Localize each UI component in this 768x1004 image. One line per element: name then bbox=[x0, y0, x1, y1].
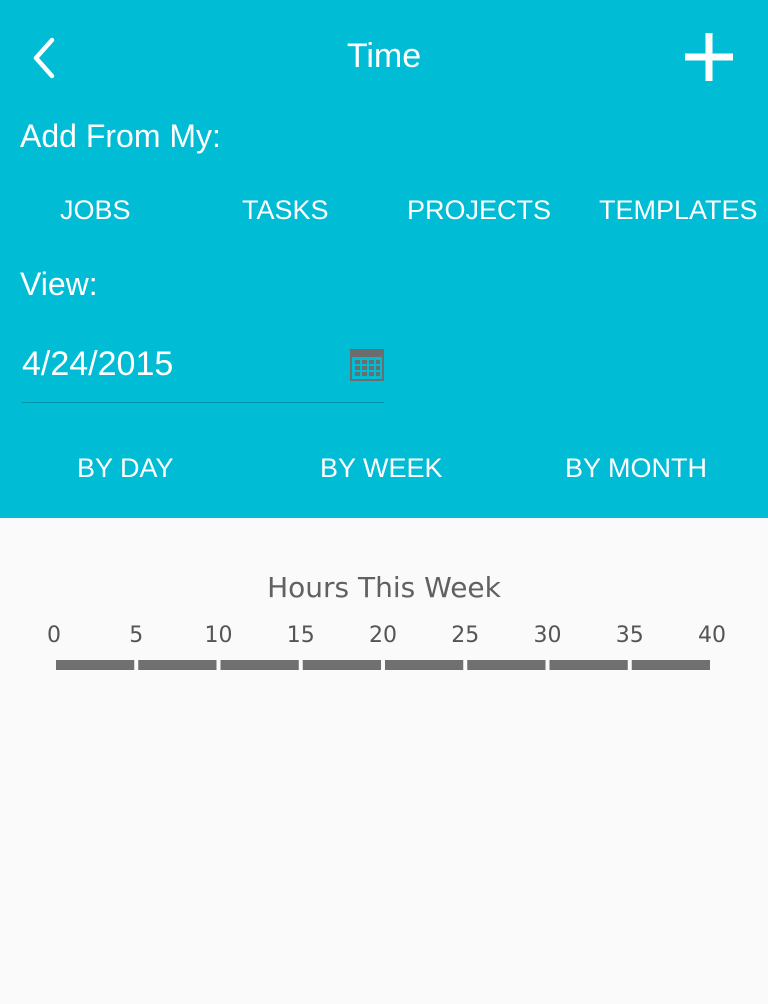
tab-by-month[interactable]: BY MONTH bbox=[565, 448, 707, 488]
tab-projects[interactable]: PROJECTS bbox=[407, 190, 551, 230]
tick-label: 5 bbox=[129, 623, 143, 648]
hours-segment bbox=[302, 660, 381, 670]
tick-label: 25 bbox=[451, 623, 479, 648]
plus-icon bbox=[685, 33, 733, 81]
time-screen: Time Add From My: JOBS TASKS PROJECTS TE… bbox=[0, 0, 768, 1004]
hours-segment bbox=[220, 660, 299, 670]
tick-label: 35 bbox=[616, 623, 644, 648]
tick-label: 0 bbox=[47, 623, 61, 648]
date-value: 4/24/2015 bbox=[22, 345, 174, 383]
tick-label: 10 bbox=[205, 623, 233, 648]
date-picker-field[interactable]: 4/24/2015 bbox=[22, 336, 384, 403]
hours-segment bbox=[56, 660, 135, 670]
page-title: Time bbox=[346, 37, 422, 75]
tab-templates[interactable]: TEMPLATES bbox=[599, 190, 758, 230]
tick-label: 15 bbox=[287, 623, 315, 648]
header-panel: Time Add From My: JOBS TASKS PROJECTS TE… bbox=[0, 0, 768, 518]
tab-tasks[interactable]: TASKS bbox=[242, 190, 329, 230]
tab-by-day[interactable]: BY DAY bbox=[77, 448, 174, 488]
hours-segment bbox=[138, 660, 217, 670]
hours-segment bbox=[631, 660, 710, 670]
add-button[interactable] bbox=[682, 30, 736, 84]
add-from-label: Add From My: bbox=[20, 118, 221, 154]
tick-label: 30 bbox=[534, 623, 562, 648]
view-range-tabs: BY DAY BY WEEK BY MONTH bbox=[0, 448, 768, 488]
hours-segment bbox=[549, 660, 628, 670]
tick-label: 40 bbox=[698, 623, 726, 648]
calendar-button[interactable] bbox=[350, 349, 384, 381]
hours-segment bbox=[385, 660, 464, 670]
hours-chart: 0 5 10 15 20 25 30 35 40 bbox=[47, 623, 726, 670]
calendar-icon bbox=[350, 349, 384, 381]
tab-by-week[interactable]: BY WEEK bbox=[320, 448, 443, 488]
chart-title: Hours This Week bbox=[267, 571, 501, 604]
tick-label: 20 bbox=[369, 623, 397, 648]
add-from-tabs: JOBS TASKS PROJECTS TEMPLATES bbox=[0, 190, 768, 230]
tab-jobs[interactable]: JOBS bbox=[60, 190, 131, 230]
hours-segment bbox=[467, 660, 546, 670]
view-label: View: bbox=[20, 266, 98, 302]
